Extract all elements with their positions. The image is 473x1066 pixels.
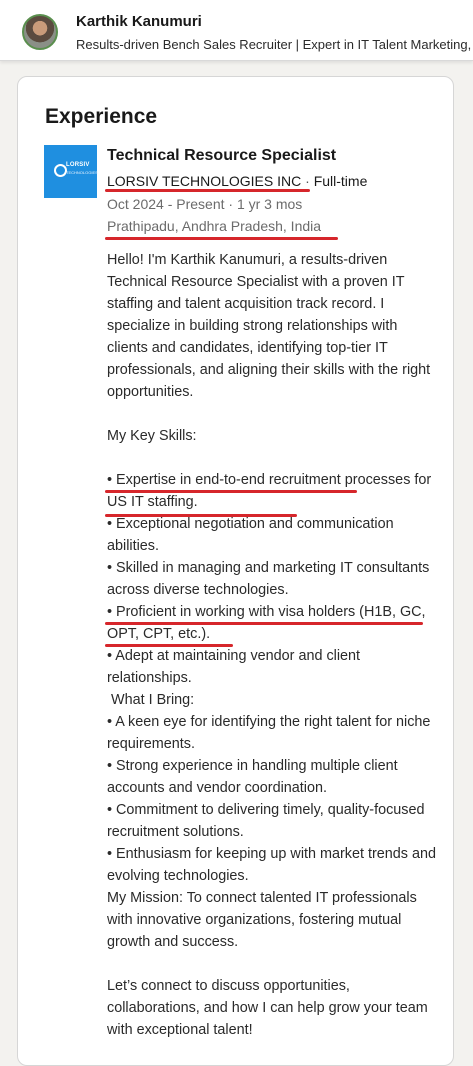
annotation-underline xyxy=(105,644,233,647)
avatar[interactable] xyxy=(22,14,58,50)
skill-item: • Skilled in managing and marketing IT c… xyxy=(107,560,430,598)
description-heading: My Key Skills: xyxy=(107,428,197,444)
logo-subtext: TECHNOLOGIES xyxy=(66,170,98,175)
annotation-underline xyxy=(105,514,297,517)
profile-sticky-header: Karthik Kanumuri Results-driven Bench Sa… xyxy=(0,0,473,61)
bring-item: • Commitment to delivering timely, quali… xyxy=(107,802,425,840)
closing-statement: Let’s connect to discuss opportunities, … xyxy=(107,978,428,1038)
annotation-underline xyxy=(105,237,338,240)
employment-type: Full-time xyxy=(313,173,368,189)
annotation-underline xyxy=(105,189,310,192)
profile-headline: Results-driven Bench Sales Recruiter | E… xyxy=(76,37,472,52)
company-logo[interactable]: LORSIV TECHNOLOGIES xyxy=(44,145,98,198)
profile-name[interactable]: Karthik Kanumuri xyxy=(76,13,202,30)
company-name[interactable]: LORSIV TECHNOLOGIES INC xyxy=(107,173,301,189)
mission-statement: My Mission: To connect talented IT profe… xyxy=(107,890,417,950)
skill-item: • Adept at maintaining vendor and client… xyxy=(107,648,361,686)
logo-text: LORSIV xyxy=(66,162,90,168)
separator: · xyxy=(301,173,314,189)
company-line: LORSIV TECHNOLOGIES INC · Full-time xyxy=(107,173,367,189)
bring-item: • Enthusiasm for keeping up with market … xyxy=(107,846,436,884)
description-paragraph: Hello! I'm Karthik Kanumuri, a results-d… xyxy=(107,252,431,400)
bring-item: • Strong experience in handling multiple… xyxy=(107,758,398,796)
job-location: Prathipadu, Andhra Pradesh, India xyxy=(107,218,322,234)
annotation-underline xyxy=(105,490,357,493)
section-title: Experience xyxy=(45,105,158,128)
employment-dates: Oct 2024 - Present · 1 yr 3 mos xyxy=(107,196,303,212)
bring-item: • A keen eye for identifying the right t… xyxy=(107,714,431,752)
description-heading: What I Bring: xyxy=(107,692,195,708)
experience-card: Experience LORSIV TECHNOLOGIES Technical… xyxy=(17,76,454,1066)
annotation-underline xyxy=(105,622,423,625)
job-title: Technical Resource Specialist xyxy=(107,147,337,164)
skill-item: • Exceptional negotiation and communicat… xyxy=(107,516,394,554)
